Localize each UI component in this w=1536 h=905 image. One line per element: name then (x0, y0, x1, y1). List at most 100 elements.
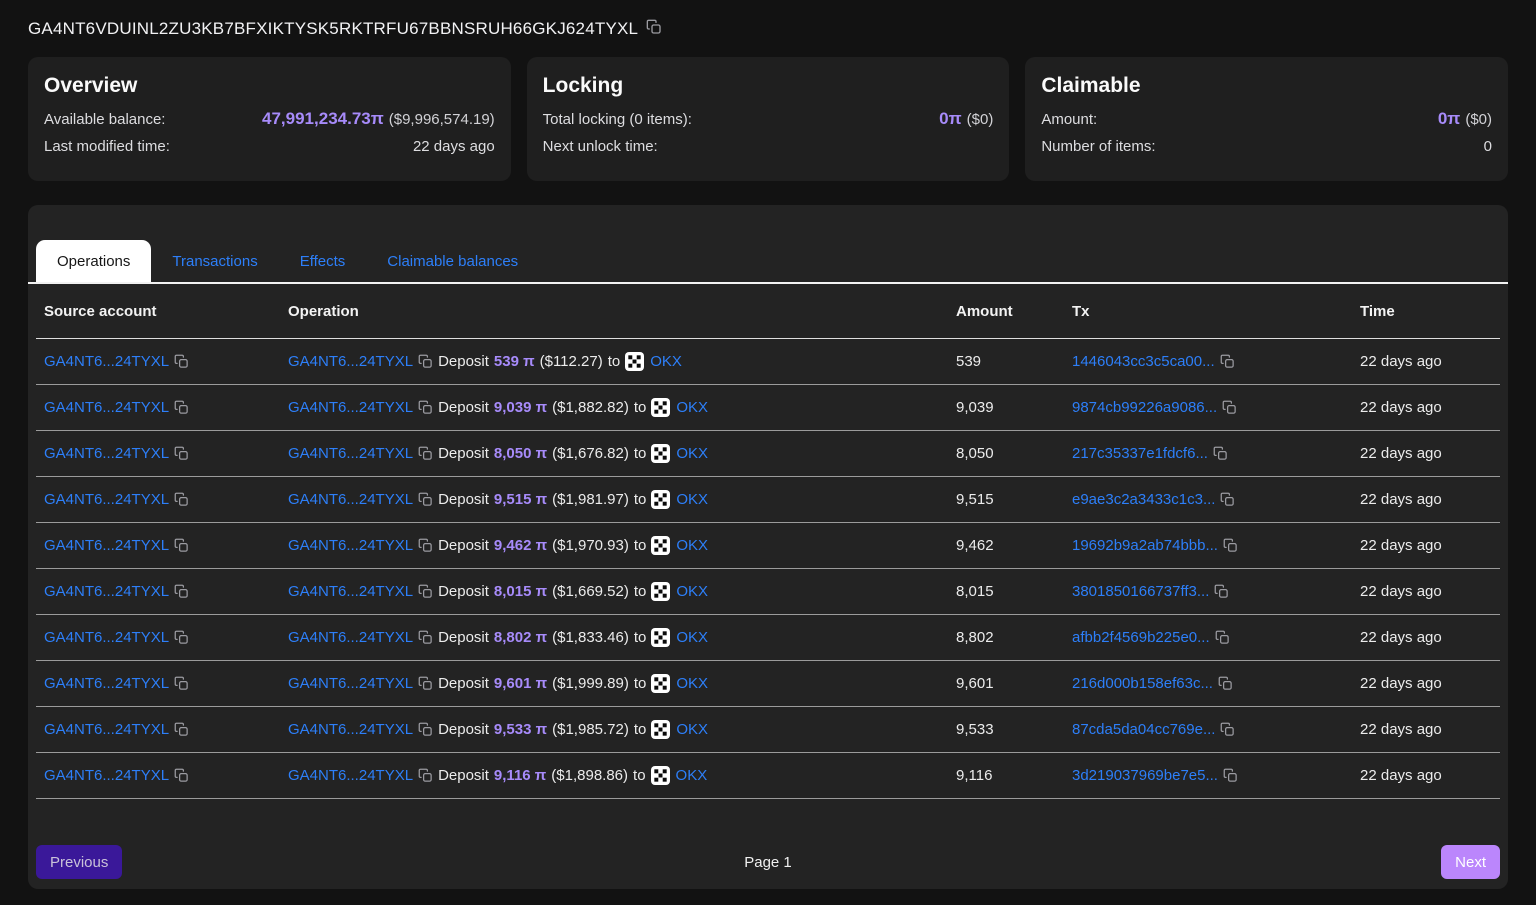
source-account-link[interactable]: GA4NT6...24TYXL (44, 629, 169, 646)
exchange-link[interactable]: OKX (651, 766, 708, 785)
copy-icon[interactable] (1215, 630, 1230, 645)
exchange-link[interactable]: OKX (651, 444, 708, 463)
operation-usd: ($1,981.97) (552, 491, 629, 508)
copy-icon[interactable] (174, 768, 189, 783)
operation-account-link[interactable]: GA4NT6...24TYXL (288, 583, 413, 600)
copy-icon[interactable] (174, 400, 189, 415)
tx-link[interactable]: 19692b9a2ab74bbb... (1072, 537, 1218, 554)
tx-link[interactable]: 216d000b158ef63c... (1072, 675, 1213, 692)
time-cell: 22 days ago (1352, 491, 1500, 508)
exchange-link[interactable]: OKX (651, 582, 708, 601)
copy-icon[interactable] (1220, 492, 1235, 507)
copy-icon[interactable] (1223, 768, 1238, 783)
source-account-link[interactable]: GA4NT6...24TYXL (44, 675, 169, 692)
operation-usd: ($1,669.52) (552, 583, 629, 600)
locking-card-title: Locking (543, 74, 994, 98)
amount-cell: 9,462 (948, 537, 1064, 554)
okx-logo-icon (651, 490, 670, 509)
copy-icon[interactable] (418, 446, 433, 461)
operation-account-link[interactable]: GA4NT6...24TYXL (288, 399, 413, 416)
operation-account-link[interactable]: GA4NT6...24TYXL (288, 721, 413, 738)
copy-icon[interactable] (418, 722, 433, 737)
copy-icon[interactable] (174, 676, 189, 691)
tx-cell: 3d219037969be7e5... (1064, 767, 1352, 784)
amount-cell: 9,533 (948, 721, 1064, 738)
source-account-link[interactable]: GA4NT6...24TYXL (44, 491, 169, 508)
source-account-link[interactable]: GA4NT6...24TYXL (44, 767, 169, 784)
operation-cell: GA4NT6...24TYXL Deposit 9,601 π ($1,999.… (280, 674, 948, 693)
tab-operations[interactable]: Operations (36, 240, 151, 282)
exchange-link[interactable]: OKX (651, 720, 708, 739)
copy-icon[interactable] (418, 676, 433, 691)
operation-account-link[interactable]: GA4NT6...24TYXL (288, 491, 413, 508)
operation-account-link[interactable]: GA4NT6...24TYXL (288, 629, 413, 646)
copy-icon[interactable] (174, 584, 189, 599)
source-account-link[interactable]: GA4NT6...24TYXL (44, 537, 169, 554)
exchange-link[interactable]: OKX (625, 352, 682, 371)
source-account-link[interactable]: GA4NT6...24TYXL (44, 583, 169, 600)
claimable-amount-value: 0π($0) (1438, 109, 1492, 129)
tab-transactions[interactable]: Transactions (151, 240, 278, 282)
table-row: GA4NT6...24TYXL GA4NT6...24TYXL Deposit … (36, 615, 1500, 661)
previous-button[interactable]: Previous (36, 845, 122, 879)
amount-cell: 8,802 (948, 629, 1064, 646)
copy-icon[interactable] (418, 584, 433, 599)
tx-link[interactable]: 87cda5da04cc769e... (1072, 721, 1215, 738)
copy-icon[interactable] (174, 446, 189, 461)
source-account-link[interactable]: GA4NT6...24TYXL (44, 721, 169, 738)
operation-action: Deposit (438, 491, 489, 508)
tx-link[interactable]: 9874cb99226a9086... (1072, 399, 1217, 416)
tx-link[interactable]: 3d219037969be7e5... (1072, 767, 1218, 784)
exchange-link[interactable]: OKX (651, 628, 708, 647)
copy-icon[interactable] (1220, 354, 1235, 369)
next-button[interactable]: Next (1441, 845, 1500, 879)
exchange-link[interactable]: OKX (651, 536, 708, 555)
copy-icon[interactable] (646, 19, 662, 35)
total-locking-label: Total locking (0 items): (543, 111, 692, 128)
copy-icon[interactable] (174, 538, 189, 553)
operation-account-link[interactable]: GA4NT6...24TYXL (288, 537, 413, 554)
source-account-link[interactable]: GA4NT6...24TYXL (44, 399, 169, 416)
operation-cell: GA4NT6...24TYXL Deposit 539 π ($112.27) … (280, 352, 948, 371)
copy-icon[interactable] (418, 400, 433, 415)
copy-icon[interactable] (1214, 584, 1229, 599)
operation-amount: 9,116 π (494, 767, 546, 784)
operation-amount: 9,515 π (494, 491, 547, 508)
exchange-link[interactable]: OKX (651, 674, 708, 693)
time-cell: 22 days ago (1352, 721, 1500, 738)
exchange-label: OKX (676, 445, 708, 462)
operation-account-link[interactable]: GA4NT6...24TYXL (288, 353, 413, 370)
overview-card: Overview Available balance: 47,991,234.7… (28, 57, 511, 181)
operation-account-link[interactable]: GA4NT6...24TYXL (288, 767, 413, 784)
copy-icon[interactable] (174, 354, 189, 369)
overview-card-title: Overview (44, 74, 495, 98)
operation-account-link[interactable]: GA4NT6...24TYXL (288, 675, 413, 692)
copy-icon[interactable] (174, 492, 189, 507)
tx-link[interactable]: e9ae3c2a3433c1c3... (1072, 491, 1215, 508)
tx-cell: 216d000b158ef63c... (1064, 675, 1352, 692)
tab-claimable-balances[interactable]: Claimable balances (366, 240, 539, 282)
copy-icon[interactable] (1223, 538, 1238, 553)
operation-account-link[interactable]: GA4NT6...24TYXL (288, 445, 413, 462)
tx-link[interactable]: 3801850166737ff3... (1072, 583, 1209, 600)
tx-cell: e9ae3c2a3433c1c3... (1064, 491, 1352, 508)
tx-link[interactable]: 217c35337e1fdcf6... (1072, 445, 1208, 462)
copy-icon[interactable] (1218, 676, 1233, 691)
copy-icon[interactable] (1213, 446, 1228, 461)
source-account-link[interactable]: GA4NT6...24TYXL (44, 353, 169, 370)
exchange-link[interactable]: OKX (651, 398, 708, 417)
exchange-link[interactable]: OKX (651, 490, 708, 509)
copy-icon[interactable] (418, 538, 433, 553)
tab-effects[interactable]: Effects (279, 240, 367, 282)
copy-icon[interactable] (1222, 400, 1237, 415)
copy-icon[interactable] (418, 630, 433, 645)
copy-icon[interactable] (174, 722, 189, 737)
copy-icon[interactable] (418, 354, 433, 369)
source-account-link[interactable]: GA4NT6...24TYXL (44, 445, 169, 462)
tx-link[interactable]: 1446043cc3c5ca00... (1072, 353, 1215, 370)
copy-icon[interactable] (418, 768, 433, 783)
copy-icon[interactable] (174, 630, 189, 645)
copy-icon[interactable] (1220, 722, 1235, 737)
tx-link[interactable]: afbb2f4569b225e0... (1072, 629, 1210, 646)
copy-icon[interactable] (418, 492, 433, 507)
